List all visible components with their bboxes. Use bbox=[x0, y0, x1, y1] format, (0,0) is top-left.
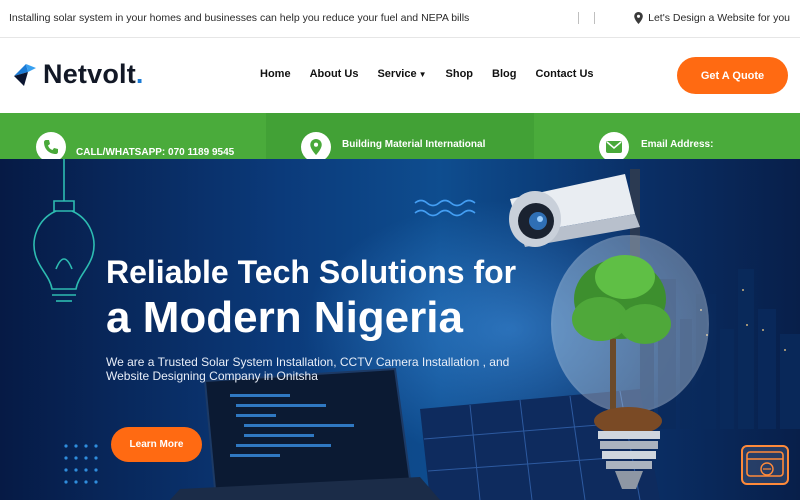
nav-home[interactable]: Home bbox=[260, 68, 291, 80]
logo-mark-icon bbox=[14, 63, 36, 86]
address-panel: Building Material International bbox=[266, 113, 534, 159]
learn-more-button[interactable]: Learn More bbox=[111, 427, 202, 462]
envelope-icon bbox=[599, 132, 629, 159]
site-logo[interactable]: Netvolt. bbox=[12, 59, 144, 90]
topbar-divider bbox=[578, 12, 579, 24]
hero-banner: Reliable Tech Solutions for a Modern Nig… bbox=[0, 159, 800, 500]
topbar-tagline: Installing solar system in your homes an… bbox=[9, 12, 470, 24]
topbar-divider bbox=[594, 12, 595, 24]
nav-blog[interactable]: Blog bbox=[492, 68, 516, 80]
phone-panel: CALL/WHATSAPP: 070 1189 9545 bbox=[0, 113, 266, 159]
nav-shop[interactable]: Shop bbox=[446, 68, 474, 80]
top-announcement-bar: Installing solar system in your homes an… bbox=[0, 0, 800, 38]
location-pin-icon bbox=[301, 132, 331, 159]
logo-text: Netvolt. bbox=[43, 59, 144, 89]
topbar-design-link[interactable]: Let's Design a Website for you bbox=[634, 12, 790, 24]
location-pin-icon bbox=[634, 12, 643, 24]
email-panel: Email Address: bbox=[534, 113, 800, 159]
phone-icon bbox=[36, 132, 66, 159]
hero-title-line-1: Reliable Tech Solutions for bbox=[106, 254, 517, 290]
main-navigation: Home About Us Service ▼ Shop Blog Contact… bbox=[260, 68, 594, 80]
address-title: Building Material International bbox=[342, 139, 486, 150]
nav-contact-us[interactable]: Contact Us bbox=[535, 68, 593, 80]
get-a-quote-button[interactable]: Get A Quote bbox=[677, 57, 788, 94]
phone-number[interactable]: CALL/WHATSAPP: 070 1189 9545 bbox=[76, 147, 234, 158]
topbar-design-link-label: Let's Design a Website for you bbox=[648, 12, 790, 24]
hero-subtitle: We are a Trusted Solar System Installati… bbox=[106, 355, 510, 383]
site-header: Netvolt. Home About Us Service ▼ Shop Blo… bbox=[0, 39, 800, 113]
email-title: Email Address: bbox=[641, 139, 714, 150]
nav-about-us[interactable]: About Us bbox=[310, 68, 359, 80]
chevron-down-icon: ▼ bbox=[418, 70, 427, 79]
chat-widget-icon[interactable] bbox=[741, 445, 789, 485]
contact-info-strip: CALL/WHATSAPP: 070 1189 9545 Building Ma… bbox=[0, 113, 800, 159]
nav-service[interactable]: Service ▼ bbox=[377, 68, 426, 80]
hero-title-line-2: a Modern Nigeria bbox=[106, 293, 463, 342]
